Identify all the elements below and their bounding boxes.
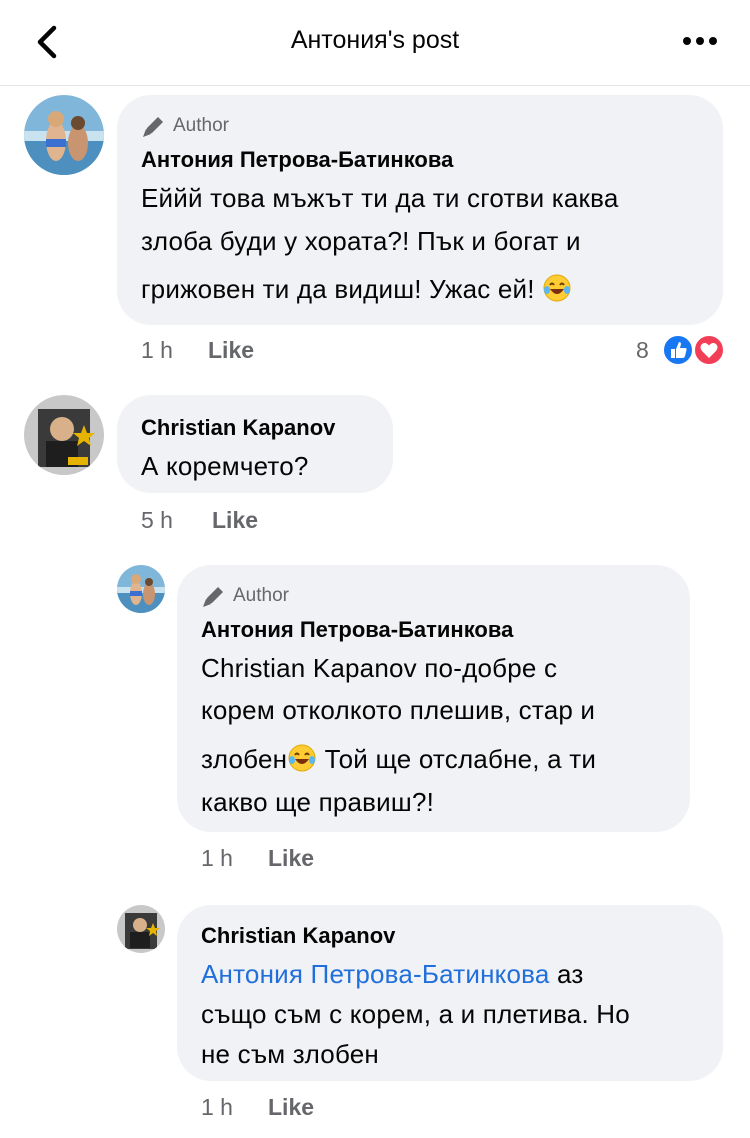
avatar-antonia[interactable] <box>117 565 165 613</box>
like-button[interactable]: Like <box>268 845 314 872</box>
comment-text-line: Еййй това мъжът ти да ти сготви каква <box>141 183 619 213</box>
pencil-icon <box>203 587 223 607</box>
avatar-antonia[interactable] <box>24 95 104 175</box>
comment-time: 1 h <box>201 1094 233 1120</box>
page-title: Антония's post <box>290 26 460 54</box>
comment-text-segment: грижовен ти да видиш! Ужас ей! <box>141 274 535 304</box>
comment-text-line: злобен Той ще отслабне, а ти <box>201 743 596 775</box>
comment-bubble[interactable]: Author Антония Петрова-Батинкова Еййй то… <box>117 95 723 325</box>
comment-text-line: злоба буди у хората?! Пък и богат и <box>141 226 581 256</box>
author-badge: Author <box>141 113 229 139</box>
author-badge-label: Author <box>173 115 229 136</box>
more-options-button[interactable] <box>680 26 720 56</box>
top-bar: Антония's post <box>0 0 750 86</box>
laughing-emoji-icon <box>543 274 571 302</box>
comment-text-segment: Той ще отслабне, а ти <box>317 744 597 774</box>
commenter-name[interactable]: Антония Петрова-Батинкова <box>201 617 513 643</box>
commenter-name[interactable]: Christian Kapanov <box>201 923 395 949</box>
avatar-christian[interactable] <box>117 905 165 953</box>
comment-text-line: не съм злобен <box>201 1039 379 1069</box>
author-badge: Author <box>201 583 289 609</box>
comment-time: 1 h <box>141 337 173 363</box>
reaction-count[interactable]: 8 <box>636 337 649 364</box>
mention-link[interactable]: Антония Петрова-Батинкова <box>201 959 550 989</box>
commenter-name[interactable]: Christian Kapanov <box>141 415 335 441</box>
comment-text-line: Christian Kapanov по-добре с <box>201 653 558 683</box>
comment-text-segment: аз <box>549 959 584 989</box>
comment-text-line: грижовен ти да видиш! Ужас ей! <box>141 273 572 305</box>
comment-time: 5 h <box>141 507 173 533</box>
comment-text-line: също съм с корем, а и плетива. Но <box>201 999 630 1029</box>
like-button[interactable]: Like <box>208 337 254 364</box>
comment-text-line: какво ще правиш?! <box>201 787 435 817</box>
comment-text-line: А коремчето? <box>141 451 309 481</box>
comment-text-line: корем отколкото плешив, стар и <box>201 695 596 725</box>
love-reaction-icon[interactable] <box>692 333 726 367</box>
like-reaction-icon[interactable] <box>661 333 695 367</box>
comment-text-segment: злобен <box>201 744 288 774</box>
comment-bubble[interactable]: Author Антония Петрова-Батинкова Christi… <box>177 565 690 832</box>
more-icon <box>683 37 717 45</box>
laughing-emoji-icon <box>288 744 316 772</box>
comment-time: 1 h <box>201 845 233 871</box>
comment-bubble[interactable]: Christian Kapanov А коремчето? <box>117 395 393 493</box>
author-badge-label: Author <box>233 585 289 606</box>
comment-bubble[interactable]: Christian Kapanov Антония Петрова-Батинк… <box>177 905 723 1081</box>
comment-text-line: Антония Петрова-Батинкова аз <box>201 959 583 990</box>
like-button[interactable]: Like <box>212 507 258 534</box>
like-button[interactable]: Like <box>268 1094 314 1121</box>
pencil-icon <box>143 117 163 137</box>
avatar-christian[interactable] <box>24 395 104 475</box>
commenter-name[interactable]: Антония Петрова-Батинкова <box>141 147 453 173</box>
